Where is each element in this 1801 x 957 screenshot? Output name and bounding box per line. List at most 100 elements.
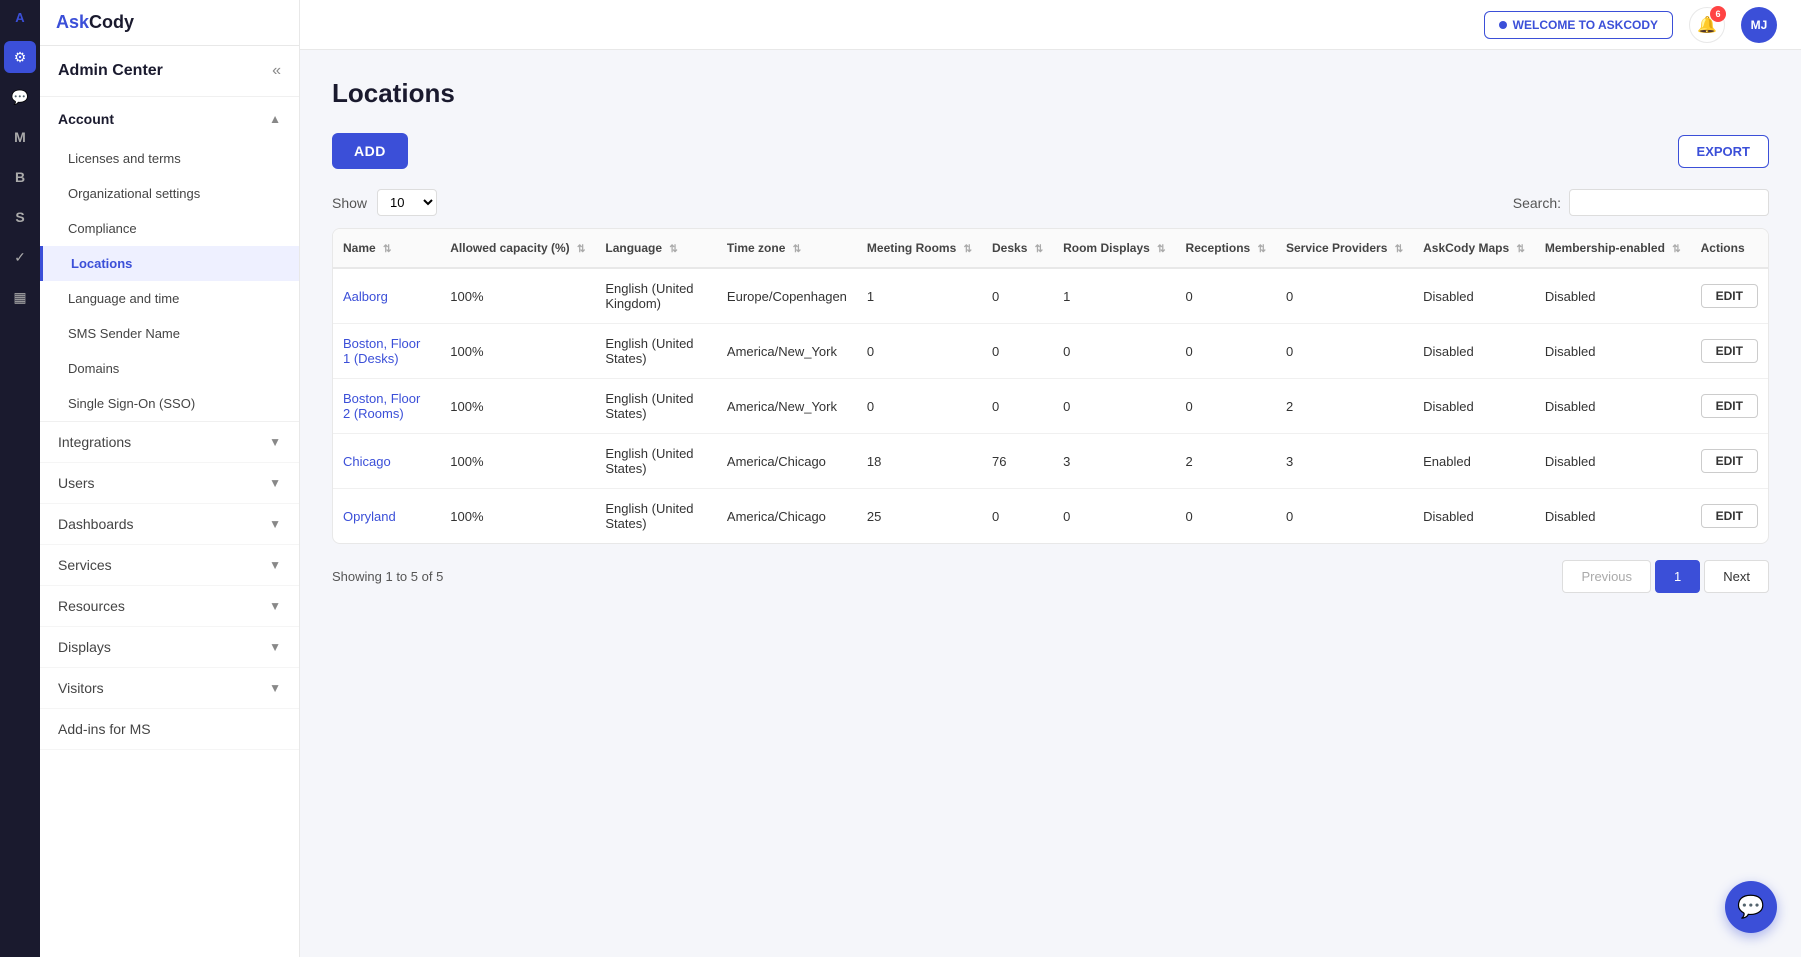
previous-button[interactable]: Previous xyxy=(1562,560,1651,593)
show-label: Show xyxy=(332,195,367,211)
sidebar-header: Admin Center « xyxy=(40,46,299,97)
col-membership[interactable]: Membership-enabled ⇅ xyxy=(1535,229,1691,268)
col-language[interactable]: Language ⇅ xyxy=(595,229,717,268)
notification-badge: 6 xyxy=(1710,6,1726,22)
sort-room-displays-icon: ⇅ xyxy=(1157,244,1165,255)
location-name-link[interactable]: Opryland xyxy=(343,509,396,524)
edit-button[interactable]: EDIT xyxy=(1701,449,1758,473)
cell-language: English (United Kingdom) xyxy=(595,268,717,324)
cell-membership: Disabled xyxy=(1535,434,1691,489)
main-content: WELCOME TO ASKCODY 🔔 6 MJ Locations ADD … xyxy=(300,0,1801,957)
cell-capacity: 100% xyxy=(440,324,595,379)
cell-room-displays: 3 xyxy=(1053,434,1175,489)
cell-service-providers: 2 xyxy=(1276,379,1413,434)
welcome-button[interactable]: WELCOME TO ASKCODY xyxy=(1484,11,1673,39)
status-dot xyxy=(1499,21,1507,29)
col-actions: Actions xyxy=(1691,229,1768,268)
sidebar-section-account-header[interactable]: Account ▲ xyxy=(40,97,299,141)
icon-bar-chat[interactable]: 💬 xyxy=(4,81,36,113)
app-logo: AskCody xyxy=(56,12,134,33)
sidebar-item-compliance[interactable]: Compliance xyxy=(40,211,299,246)
cell-capacity: 100% xyxy=(440,434,595,489)
cell-membership: Disabled xyxy=(1535,489,1691,544)
cell-maps: Disabled xyxy=(1413,379,1535,434)
sort-service-providers-icon: ⇅ xyxy=(1395,244,1403,255)
cell-meeting-rooms: 18 xyxy=(857,434,982,489)
table-row: Boston, Floor 1 (Desks) 100% English (Un… xyxy=(333,324,1768,379)
page-1-button[interactable]: 1 xyxy=(1655,560,1700,593)
add-button[interactable]: ADD xyxy=(332,133,408,169)
search-control: Search: xyxy=(1513,189,1769,216)
cell-meeting-rooms: 1 xyxy=(857,268,982,324)
cell-receptions: 0 xyxy=(1176,268,1276,324)
icon-bar: A ⚙ 💬 M B S ✓ ▦ xyxy=(0,0,40,957)
icon-bar-m[interactable]: M xyxy=(4,121,36,153)
search-input[interactable] xyxy=(1569,189,1769,216)
table-header-row: Name ⇅ Allowed capacity (%) ⇅ Language ⇅ xyxy=(333,229,1768,268)
sidebar-item-dashboards[interactable]: Dashboards ▼ xyxy=(40,504,299,545)
chat-bubble-button[interactable]: 💬 xyxy=(1725,881,1777,933)
sidebar-item-services[interactable]: Services ▼ xyxy=(40,545,299,586)
collapse-button[interactable]: « xyxy=(272,62,281,80)
sidebar-item-sso[interactable]: Single Sign-On (SSO) xyxy=(40,386,299,421)
cell-receptions: 0 xyxy=(1176,324,1276,379)
col-timezone[interactable]: Time zone ⇅ xyxy=(717,229,857,268)
location-name-link[interactable]: Boston, Floor 1 (Desks) xyxy=(343,336,420,366)
sidebar-item-users[interactable]: Users ▼ xyxy=(40,463,299,504)
sort-name-icon: ⇅ xyxy=(383,244,391,255)
export-button[interactable]: EXPORT xyxy=(1678,135,1769,168)
icon-bar-settings[interactable]: ⚙ xyxy=(4,41,36,73)
logo-area: AskCody xyxy=(40,0,299,46)
col-name[interactable]: Name ⇅ xyxy=(333,229,440,268)
sidebar-item-visitors[interactable]: Visitors ▼ xyxy=(40,668,299,709)
sort-meeting-rooms-icon: ⇅ xyxy=(964,244,972,255)
edit-button[interactable]: EDIT xyxy=(1701,504,1758,528)
edit-button[interactable]: EDIT xyxy=(1701,394,1758,418)
sidebar-item-org-settings[interactable]: Organizational settings xyxy=(40,176,299,211)
sidebar-item-displays[interactable]: Displays ▼ xyxy=(40,627,299,668)
cell-meeting-rooms: 0 xyxy=(857,379,982,434)
icon-bar-s[interactable]: S xyxy=(4,201,36,233)
sidebar-item-integrations[interactable]: Integrations ▼ xyxy=(40,422,299,463)
sidebar-item-sms[interactable]: SMS Sender Name xyxy=(40,316,299,351)
cell-desks: 76 xyxy=(982,434,1053,489)
notification-button[interactable]: 🔔 6 xyxy=(1689,7,1725,43)
avatar[interactable]: MJ xyxy=(1741,7,1777,43)
visitors-chevron-icon: ▼ xyxy=(269,681,281,695)
integrations-chevron-icon: ▼ xyxy=(269,435,281,449)
sidebar-item-language[interactable]: Language and time xyxy=(40,281,299,316)
cell-timezone: Europe/Copenhagen xyxy=(717,268,857,324)
col-capacity[interactable]: Allowed capacity (%) ⇅ xyxy=(440,229,595,268)
col-service-providers[interactable]: Service Providers ⇅ xyxy=(1276,229,1413,268)
icon-bar-check[interactable]: ✓ xyxy=(4,241,36,273)
icon-bar-b[interactable]: B xyxy=(4,161,36,193)
sidebar-item-licenses[interactable]: Licenses and terms xyxy=(40,141,299,176)
sidebar-item-domains[interactable]: Domains xyxy=(40,351,299,386)
location-name-link[interactable]: Chicago xyxy=(343,454,391,469)
col-receptions[interactable]: Receptions ⇅ xyxy=(1176,229,1276,268)
edit-button[interactable]: EDIT xyxy=(1701,339,1758,363)
edit-button[interactable]: EDIT xyxy=(1701,284,1758,308)
cell-desks: 0 xyxy=(982,489,1053,544)
toolbar: ADD EXPORT xyxy=(332,133,1769,169)
location-name-link[interactable]: Aalborg xyxy=(343,289,388,304)
search-label: Search: xyxy=(1513,195,1561,211)
location-name-link[interactable]: Boston, Floor 2 (Rooms) xyxy=(343,391,420,421)
col-askcody-maps[interactable]: AskCody Maps ⇅ xyxy=(1413,229,1535,268)
sort-receptions-icon: ⇅ xyxy=(1258,244,1266,255)
icon-bar-box[interactable]: ▦ xyxy=(4,281,36,313)
cell-service-providers: 0 xyxy=(1276,324,1413,379)
next-button[interactable]: Next xyxy=(1704,560,1769,593)
sidebar-item-addins[interactable]: Add-ins for MS xyxy=(40,709,299,750)
cell-timezone: America/New_York xyxy=(717,379,857,434)
sidebar-item-locations[interactable]: Locations xyxy=(40,246,299,281)
locations-table: Name ⇅ Allowed capacity (%) ⇅ Language ⇅ xyxy=(333,229,1768,543)
sort-maps-icon: ⇅ xyxy=(1516,244,1524,255)
col-meeting-rooms[interactable]: Meeting Rooms ⇅ xyxy=(857,229,982,268)
sidebar-item-resources[interactable]: Resources ▼ xyxy=(40,586,299,627)
col-desks[interactable]: Desks ⇅ xyxy=(982,229,1053,268)
col-room-displays[interactable]: Room Displays ⇅ xyxy=(1053,229,1175,268)
cell-service-providers: 3 xyxy=(1276,434,1413,489)
resources-chevron-icon: ▼ xyxy=(269,599,281,613)
show-select[interactable]: 10 25 50 100 xyxy=(377,189,437,216)
